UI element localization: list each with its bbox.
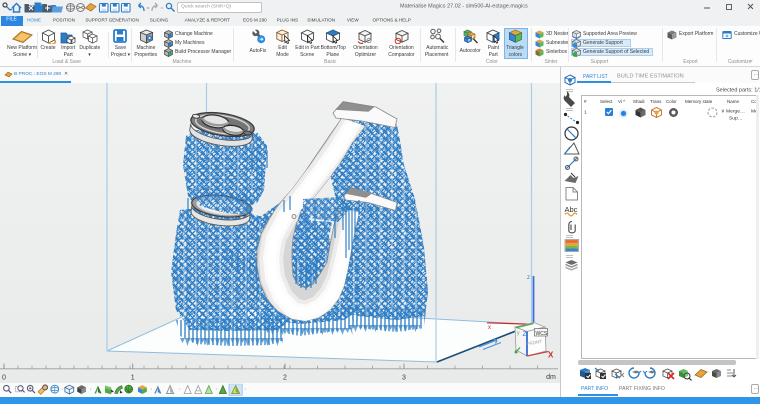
svg-text:WCS: WCS <box>536 331 548 337</box>
svg-text:2: 2 <box>283 375 287 382</box>
svg-text:Z: Z <box>523 331 527 338</box>
svg-text:3: 3 <box>402 375 406 382</box>
svg-text:x: x <box>488 325 491 331</box>
svg-text:X: X <box>548 351 554 360</box>
svg-text:1: 1 <box>131 375 135 382</box>
svg-text:dm: dm <box>546 374 556 381</box>
svg-text:z: z <box>527 275 530 281</box>
svg-text:0: 0 <box>2 375 6 382</box>
